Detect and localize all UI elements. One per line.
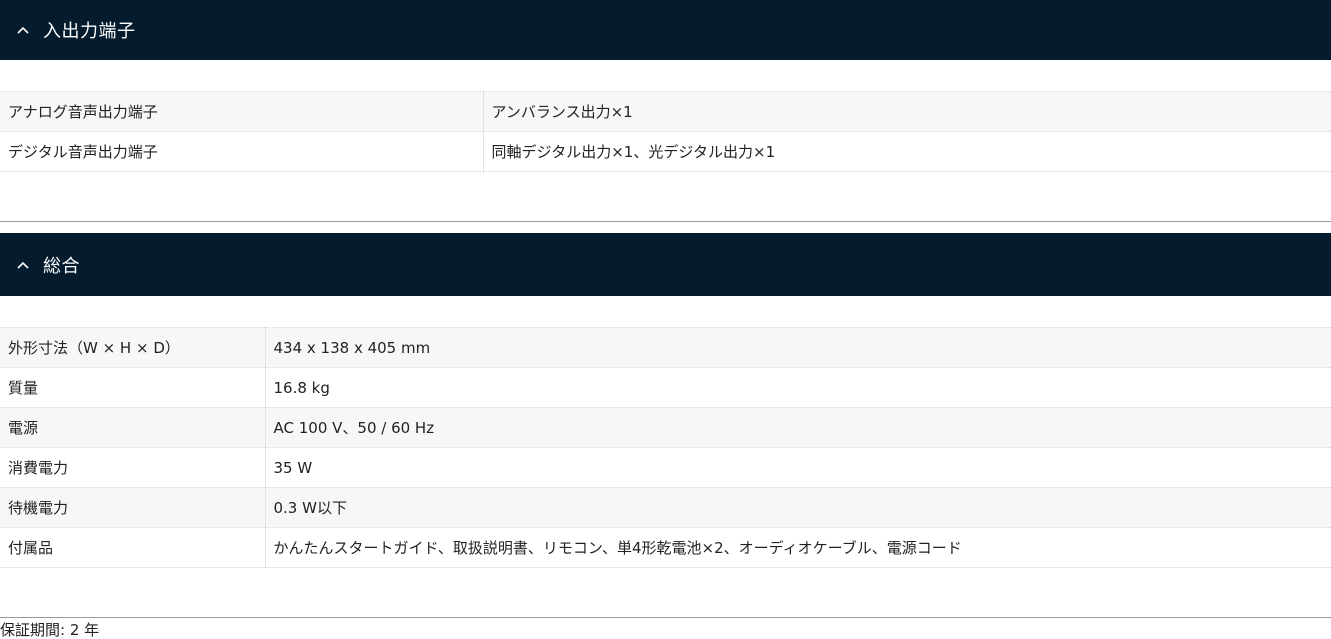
spec-value: 434 x 138 x 405 mm: [265, 327, 1331, 368]
warranty-text: 保証期間: 2 年: [0, 621, 100, 639]
table-row: 待機電力 0.3 W以下: [0, 487, 1331, 528]
table-row: 電源 AC 100 V、50 / 60 Hz: [0, 407, 1331, 448]
spec-key: デジタル音声出力端子: [0, 131, 484, 172]
spec-value: アンバランス出力×1: [483, 91, 1331, 132]
spec-key: 外形寸法（W × H × D）: [0, 327, 266, 368]
table-row: 消費電力 35 W: [0, 447, 1331, 488]
spec-key: 待機電力: [0, 487, 266, 528]
section-divider: [0, 221, 1331, 222]
chevron-up-icon: [15, 22, 31, 38]
table-row: 外形寸法（W × H × D） 434 x 138 x 405 mm: [0, 327, 1331, 368]
spec-table-io: アナログ音声出力端子 アンバランス出力×1 デジタル音声出力端子 同軸デジタル出…: [0, 91, 1331, 172]
spec-value: AC 100 V、50 / 60 Hz: [265, 407, 1331, 448]
table-row: 付属品 かんたんスタートガイド、取扱説明書、リモコン、単4形乾電池×2、オーディ…: [0, 527, 1331, 568]
spec-value: 35 W: [265, 447, 1331, 488]
spec-table-general: 外形寸法（W × H × D） 434 x 138 x 405 mm 質量 16…: [0, 327, 1331, 568]
spec-key: 消費電力: [0, 447, 266, 488]
spec-value: 0.3 W以下: [265, 487, 1331, 528]
table-row: アナログ音声出力端子 アンバランス出力×1: [0, 91, 1331, 132]
chevron-up-icon: [15, 257, 31, 273]
spec-value: 16.8 kg: [265, 367, 1331, 408]
spec-value: かんたんスタートガイド、取扱説明書、リモコン、単4形乾電池×2、オーディオケーブ…: [265, 527, 1331, 568]
table-row: デジタル音声出力端子 同軸デジタル出力×1、光デジタル出力×1: [0, 131, 1331, 172]
spec-key: アナログ音声出力端子: [0, 91, 484, 132]
spec-key: 質量: [0, 367, 266, 408]
section-header-io[interactable]: 入出力端子: [0, 0, 1331, 60]
spec-page: 入出力端子 アナログ音声出力端子 アンバランス出力×1 デジタル音声出力端子 同…: [0, 0, 1331, 639]
section-header-general[interactable]: 総合: [0, 233, 1331, 296]
section-title: 入出力端子: [43, 21, 136, 42]
spec-key: 電源: [0, 407, 266, 448]
section-divider: [0, 617, 1331, 618]
spec-key: 付属品: [0, 527, 266, 568]
spec-value: 同軸デジタル出力×1、光デジタル出力×1: [483, 131, 1331, 172]
table-row: 質量 16.8 kg: [0, 367, 1331, 408]
section-title: 総合: [43, 255, 80, 277]
